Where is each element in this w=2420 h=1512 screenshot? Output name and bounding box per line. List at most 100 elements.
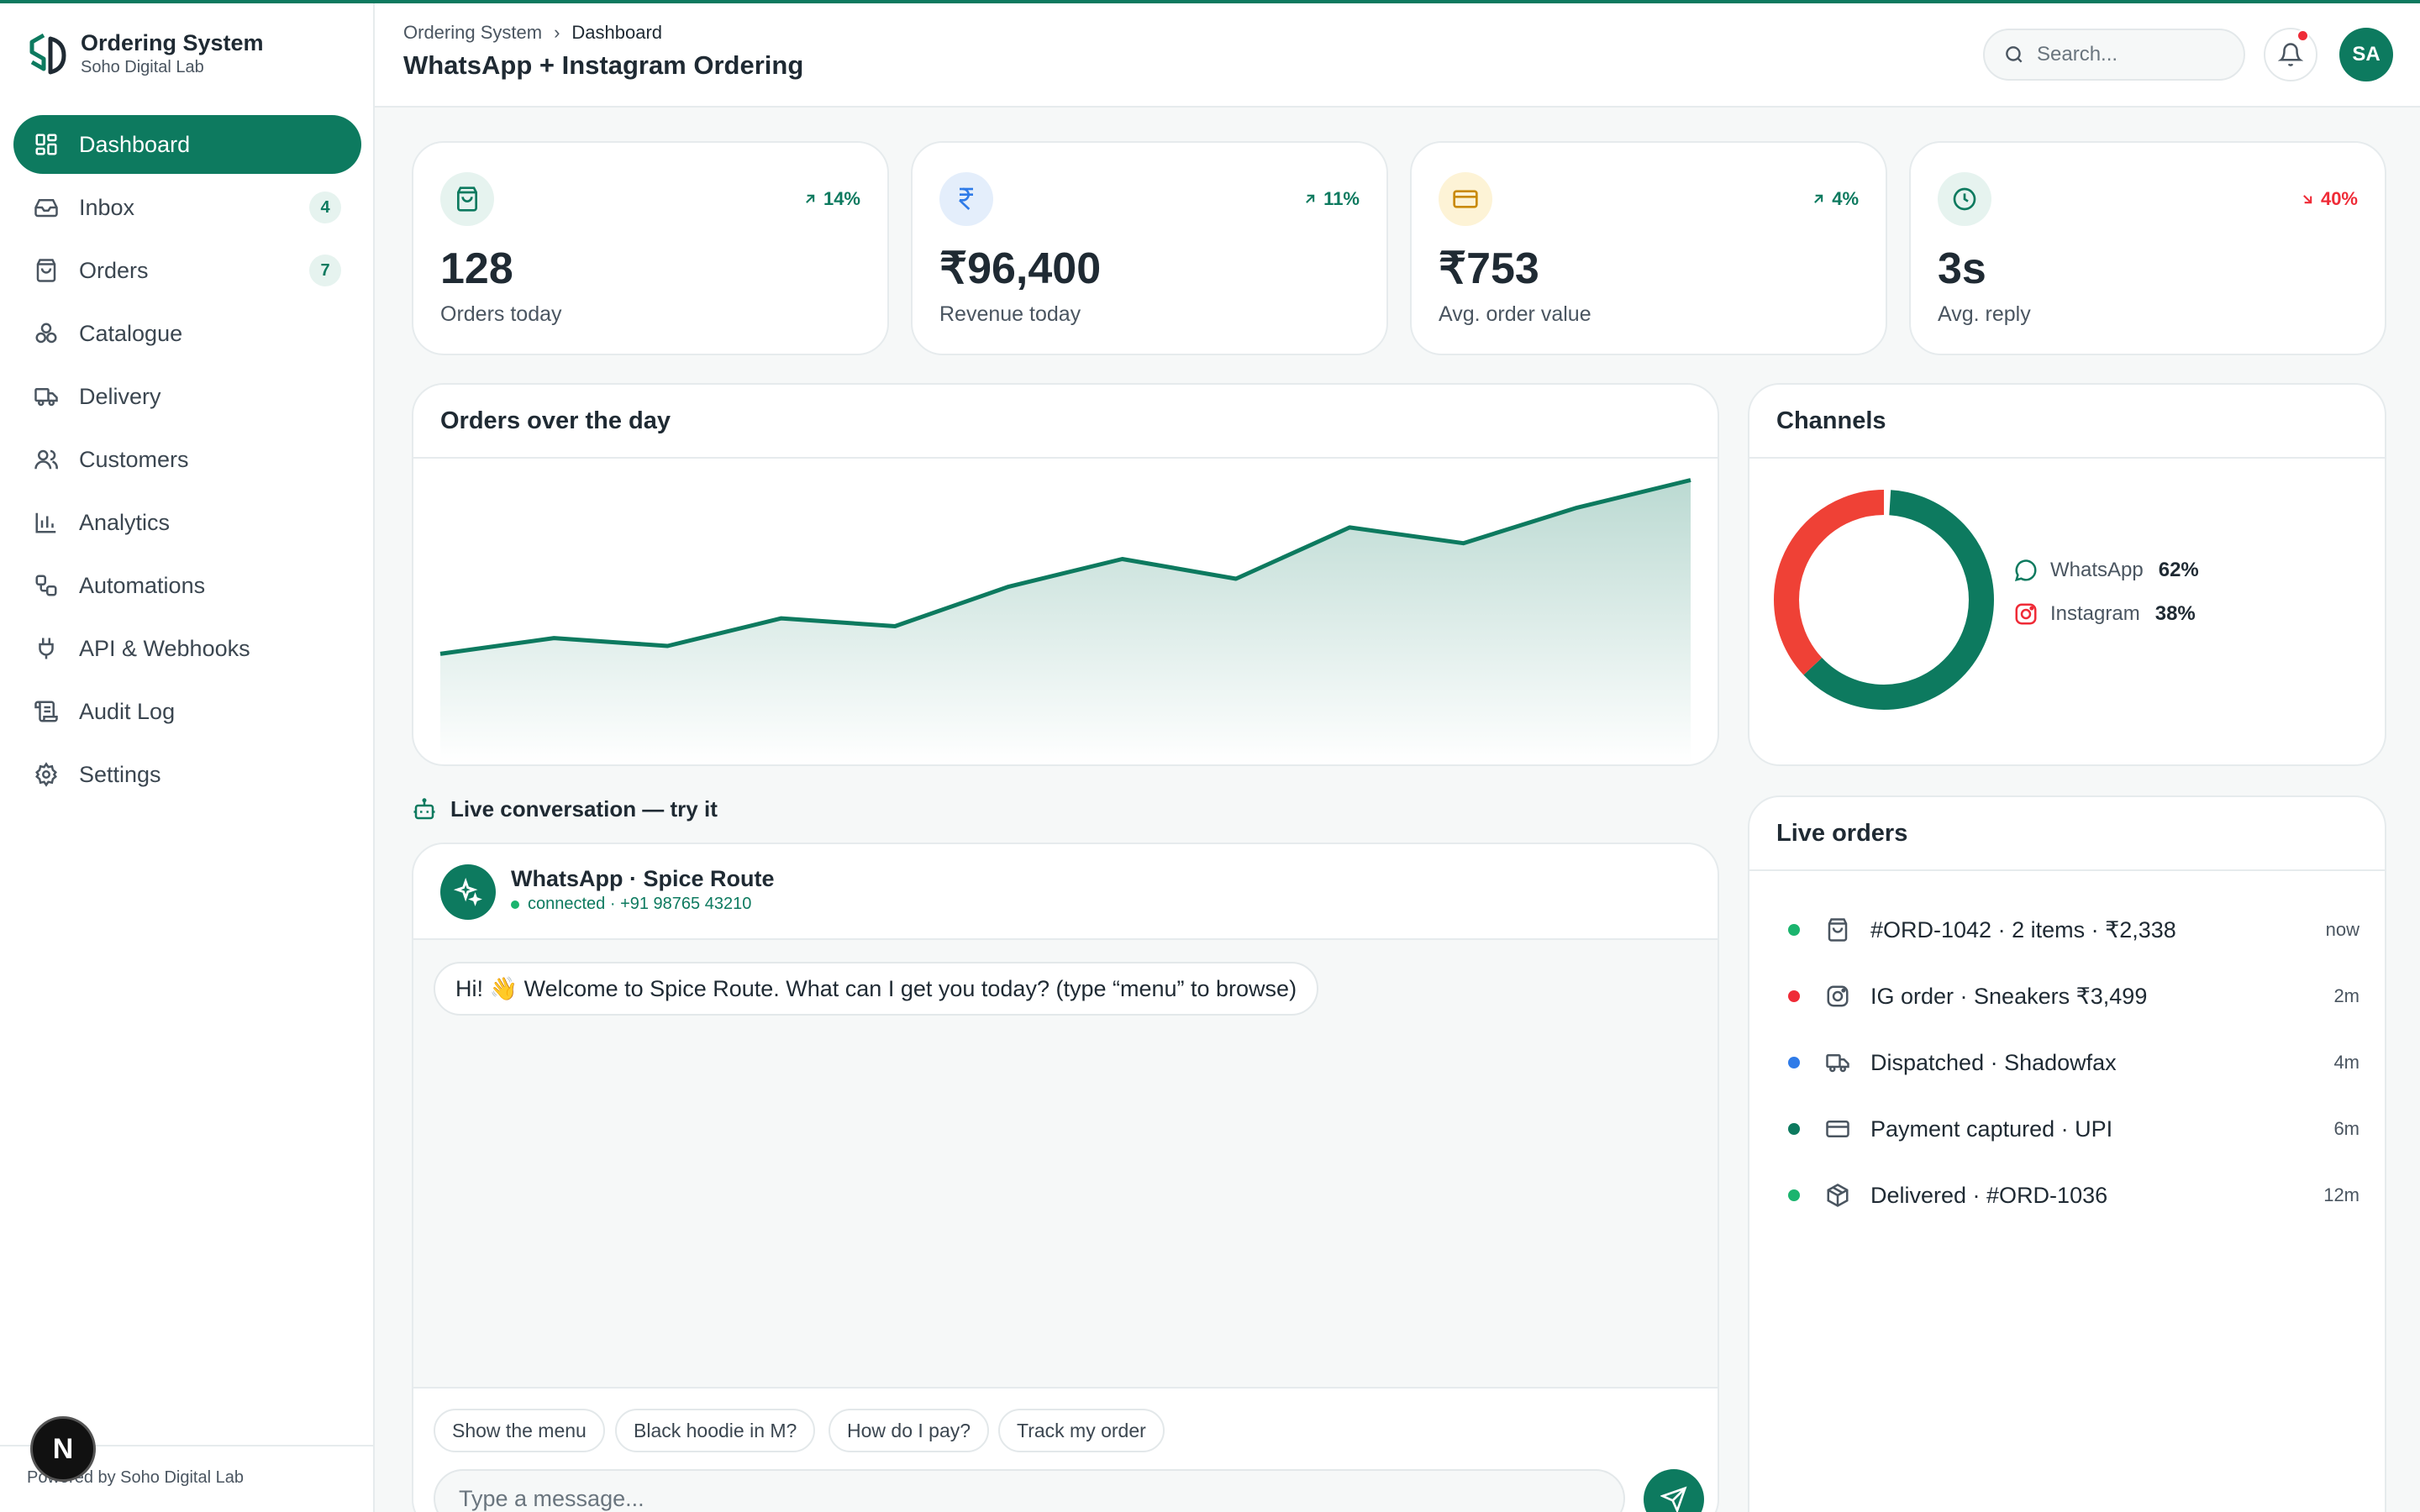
sidebar-item-automations[interactable]: Automations (13, 556, 361, 615)
order-time: 2m (2333, 985, 2360, 1006)
live-orders-card: Live orders #ORD-1042 · 2 items · ₹2,338… (1748, 795, 2386, 1512)
sidebar: Ordering System Soho Digital Lab Dashboa… (0, 3, 375, 1512)
sidebar-item-label: Inbox (79, 194, 135, 220)
shopping-bag-icon (36, 259, 56, 282)
sidebar-item-label: Delivery (79, 383, 161, 409)
orders-area-chart (439, 478, 1691, 764)
list-item[interactable]: #ORD-1042 · 2 items · ₹2,338 now (1788, 913, 2360, 947)
kpi-trend: 40% (2299, 188, 2358, 210)
kpi-label: Avg. order value (1439, 302, 1591, 326)
instagram-icon (1827, 985, 1849, 1007)
list-item[interactable]: IG order · Sneakers ₹3,499 2m (1788, 979, 2360, 1013)
sidebar-item-analytics[interactable]: Analytics (13, 493, 361, 552)
sidebar-item-orders[interactable]: Orders 7 (13, 241, 361, 300)
list-item[interactable]: Dispatched · Shadowfax 4m (1788, 1046, 2360, 1079)
quick-reply-black-hoodie[interactable]: Black hoodie in M? (615, 1409, 816, 1452)
sidebar-item-catalogue[interactable]: Catalogue (13, 304, 361, 363)
rupee-icon (939, 172, 993, 226)
sidebar-item-api-webhooks[interactable]: API & Webhooks (13, 619, 361, 678)
sidebar-item-customers[interactable]: Customers (13, 430, 361, 489)
notifications-button[interactable] (2264, 28, 2317, 81)
orders-count-badge: 7 (309, 255, 341, 286)
legend-label: WhatsApp (2050, 559, 2144, 581)
search-input[interactable] (2037, 43, 2230, 66)
quick-reply-how-to-pay[interactable]: How do I pay? (829, 1409, 990, 1452)
quick-reply-track-order[interactable]: Track my order (998, 1409, 1165, 1452)
brand-logo-icon (25, 30, 69, 77)
app-title: Ordering System (81, 30, 264, 55)
top-header: Ordering System › Dashboard WhatsApp + I… (375, 3, 2420, 108)
kpi-label: Revenue today (939, 302, 1081, 326)
sidebar-item-label: Catalogue (79, 320, 183, 346)
order-time: 6m (2333, 1118, 2360, 1139)
plug-icon (39, 638, 54, 659)
status-dot (1788, 924, 1800, 936)
users-icon (34, 449, 58, 470)
arrow-down-right-icon (2303, 195, 2312, 204)
legend-value: 38% (2154, 602, 2196, 625)
send-button[interactable] (1644, 1469, 1704, 1512)
sidebar-item-inbox[interactable]: Inbox 4 (13, 178, 361, 237)
gear-icon (35, 762, 57, 787)
online-dot (511, 900, 519, 909)
boxes-icon (35, 323, 57, 344)
quick-reply-show-menu[interactable]: Show the menu (434, 1409, 605, 1452)
list-item[interactable]: Payment captured · UPI 6m (1788, 1112, 2360, 1146)
breadcrumb-root[interactable]: Ordering System (403, 22, 542, 44)
chat-avatar (440, 864, 496, 920)
kpi-label: Orders today (440, 302, 562, 326)
kpi-card-aov: 4% ₹753 Avg. order value (1410, 141, 1887, 355)
sidebar-item-label: Dashboard (79, 131, 191, 157)
package-icon (1827, 1184, 1849, 1207)
inbox-count-badge: 4 (309, 192, 341, 223)
list-item[interactable]: Delivered · #ORD-1036 12m (1788, 1179, 2360, 1212)
sidebar-item-audit-log[interactable]: Audit Log (13, 682, 361, 741)
workflow-icon (35, 575, 57, 596)
sidebar-nav: Dashboard Inbox 4 Orders 7 Catalogue Del… (13, 115, 361, 808)
sidebar-item-dashboard[interactable]: Dashboard (13, 115, 361, 174)
status-dot (1788, 1057, 1800, 1068)
order-time: 12m (2323, 1184, 2360, 1205)
status-dot (1788, 1189, 1800, 1201)
sidebar-item-settings[interactable]: Settings (13, 745, 361, 804)
kpi-label: Avg. reply (1938, 302, 2031, 326)
sidebar-item-delivery[interactable]: Delivery (13, 367, 361, 426)
live-conversation-title: Live conversation — try it (412, 796, 718, 822)
status-dot (1788, 990, 1800, 1002)
area-fill (440, 480, 1691, 764)
chat-status: connected · +91 98765 43210 (511, 895, 751, 914)
kpi-trend: 14% (802, 188, 860, 210)
message-field[interactable] (434, 1469, 1625, 1512)
chevron-right-icon: › (554, 22, 560, 43)
bar-chart-icon (35, 512, 56, 533)
sidebar-item-label: Customers (79, 446, 189, 472)
message-input[interactable] (459, 1485, 1551, 1512)
kpi-trend-value: 4% (1832, 188, 1859, 209)
kpi-trend-value: 11% (1323, 188, 1360, 209)
framework-badge[interactable]: N (30, 1416, 96, 1482)
legend-instagram: Instagram 38% (2013, 601, 2196, 627)
search-box[interactable] (1983, 29, 2245, 81)
bot-message: Hi! 👋 Welcome to Spice Route. What can I… (434, 962, 1319, 1016)
kpi-value: 128 (440, 244, 513, 293)
chart-title: Orders over the day (413, 385, 1718, 459)
arrow-up-right-icon (1814, 194, 1823, 203)
kpi-trend: 11% (1302, 188, 1360, 210)
clock-icon (1938, 172, 1991, 226)
order-text: IG order · Sneakers ₹3,499 (1870, 983, 2148, 1009)
legend-value: 62% (2158, 559, 2199, 581)
sidebar-footer: Powered by Soho Digital Lab N (0, 1416, 373, 1512)
message-circle-icon (2014, 559, 2037, 582)
arrow-up-right-icon (1306, 194, 1315, 203)
order-text: Payment captured · UPI (1870, 1116, 2113, 1142)
org-name: Soho Digital Lab (81, 58, 204, 76)
credit-card-icon (1826, 1121, 1849, 1137)
brand[interactable]: Ordering System Soho Digital Lab (25, 27, 264, 81)
avatar[interactable]: SA (2339, 28, 2393, 81)
sidebar-item-label: Automations (79, 572, 206, 598)
status-dot (1788, 1123, 1800, 1135)
kpi-trend: 4% (1810, 188, 1859, 210)
breadcrumb-current: Dashboard (571, 22, 663, 43)
search-icon (2006, 46, 2023, 63)
breadcrumb: Ordering System › Dashboard (403, 22, 662, 44)
